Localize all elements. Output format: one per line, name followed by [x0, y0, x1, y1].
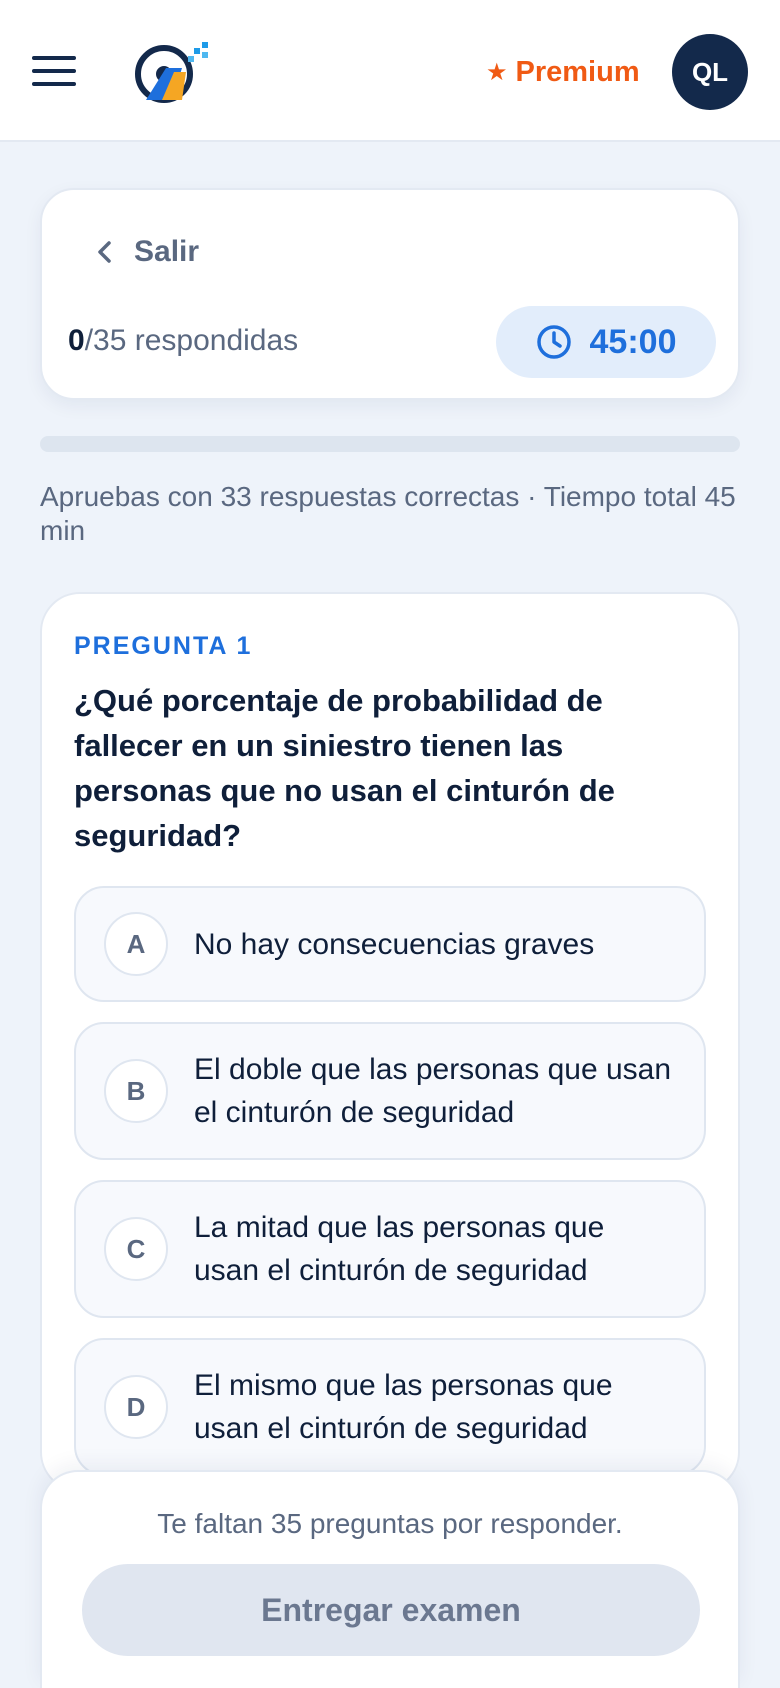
option-text: El doble que las personas que usan el ci… — [194, 1053, 672, 1129]
option-text: El mismo que las personas que usan el ci… — [194, 1369, 613, 1445]
answer-option-b[interactable]: B El doble que las personas que usan el … — [74, 1022, 706, 1160]
remaining-questions-text: Te faltan 35 preguntas por responder. — [157, 1508, 623, 1539]
app-logo-icon[interactable] — [132, 38, 216, 106]
option-letter: A — [104, 912, 168, 976]
option-text: La mitad que las personas que usan el ci… — [194, 1211, 605, 1287]
timer-badge: 45:00 — [496, 306, 716, 378]
exam-info-text: Apruebas con 33 respuestas correctas · T… — [40, 481, 736, 546]
star-icon: ★ — [486, 58, 508, 86]
question-card: PREGUNTA 1 ¿Qué porcentaje de probabilid… — [40, 592, 740, 1492]
premium-label: Premium — [515, 55, 640, 88]
answer-option-c[interactable]: C La mitad que las personas que usan el … — [74, 1180, 706, 1318]
submit-panel: Te faltan 35 preguntas por responder. En… — [40, 1470, 740, 1688]
hamburger-menu-icon[interactable] — [32, 56, 76, 86]
option-letter: D — [104, 1375, 168, 1439]
answer-option-a[interactable]: A No hay consecuencias graves — [74, 886, 706, 1002]
chevron-left-icon — [98, 241, 111, 263]
exit-label: Salir — [134, 235, 200, 268]
premium-badge[interactable]: ★ Premium — [486, 52, 640, 92]
top-header: ★ Premium QL — [0, 0, 780, 142]
timer-value: 45:00 — [589, 322, 677, 361]
answer-option-d[interactable]: D El mismo que las personas que usan el … — [74, 1338, 706, 1476]
option-letter: C — [104, 1217, 168, 1281]
question-number: PREGUNTA 1 — [74, 632, 253, 660]
option-text: No hay consecuencias graves — [194, 927, 595, 961]
clock-icon — [536, 325, 571, 359]
user-avatar[interactable]: QL — [672, 34, 748, 110]
answered-counter: 0/35 respondidas — [68, 324, 298, 358]
question-text: ¿Qué porcentaje de probabilidad de falle… — [74, 683, 615, 853]
option-letter: B — [104, 1059, 168, 1123]
answered-count: 0 — [68, 324, 85, 357]
answered-suffix: /35 respondidas — [84, 324, 299, 357]
submit-exam-button[interactable]: Entregar examen — [82, 1564, 700, 1656]
progress-bar — [40, 436, 740, 452]
exam-status-card: Salir 0/35 respondidas 45:00 — [40, 188, 740, 400]
exit-button[interactable]: Salir — [94, 230, 199, 274]
